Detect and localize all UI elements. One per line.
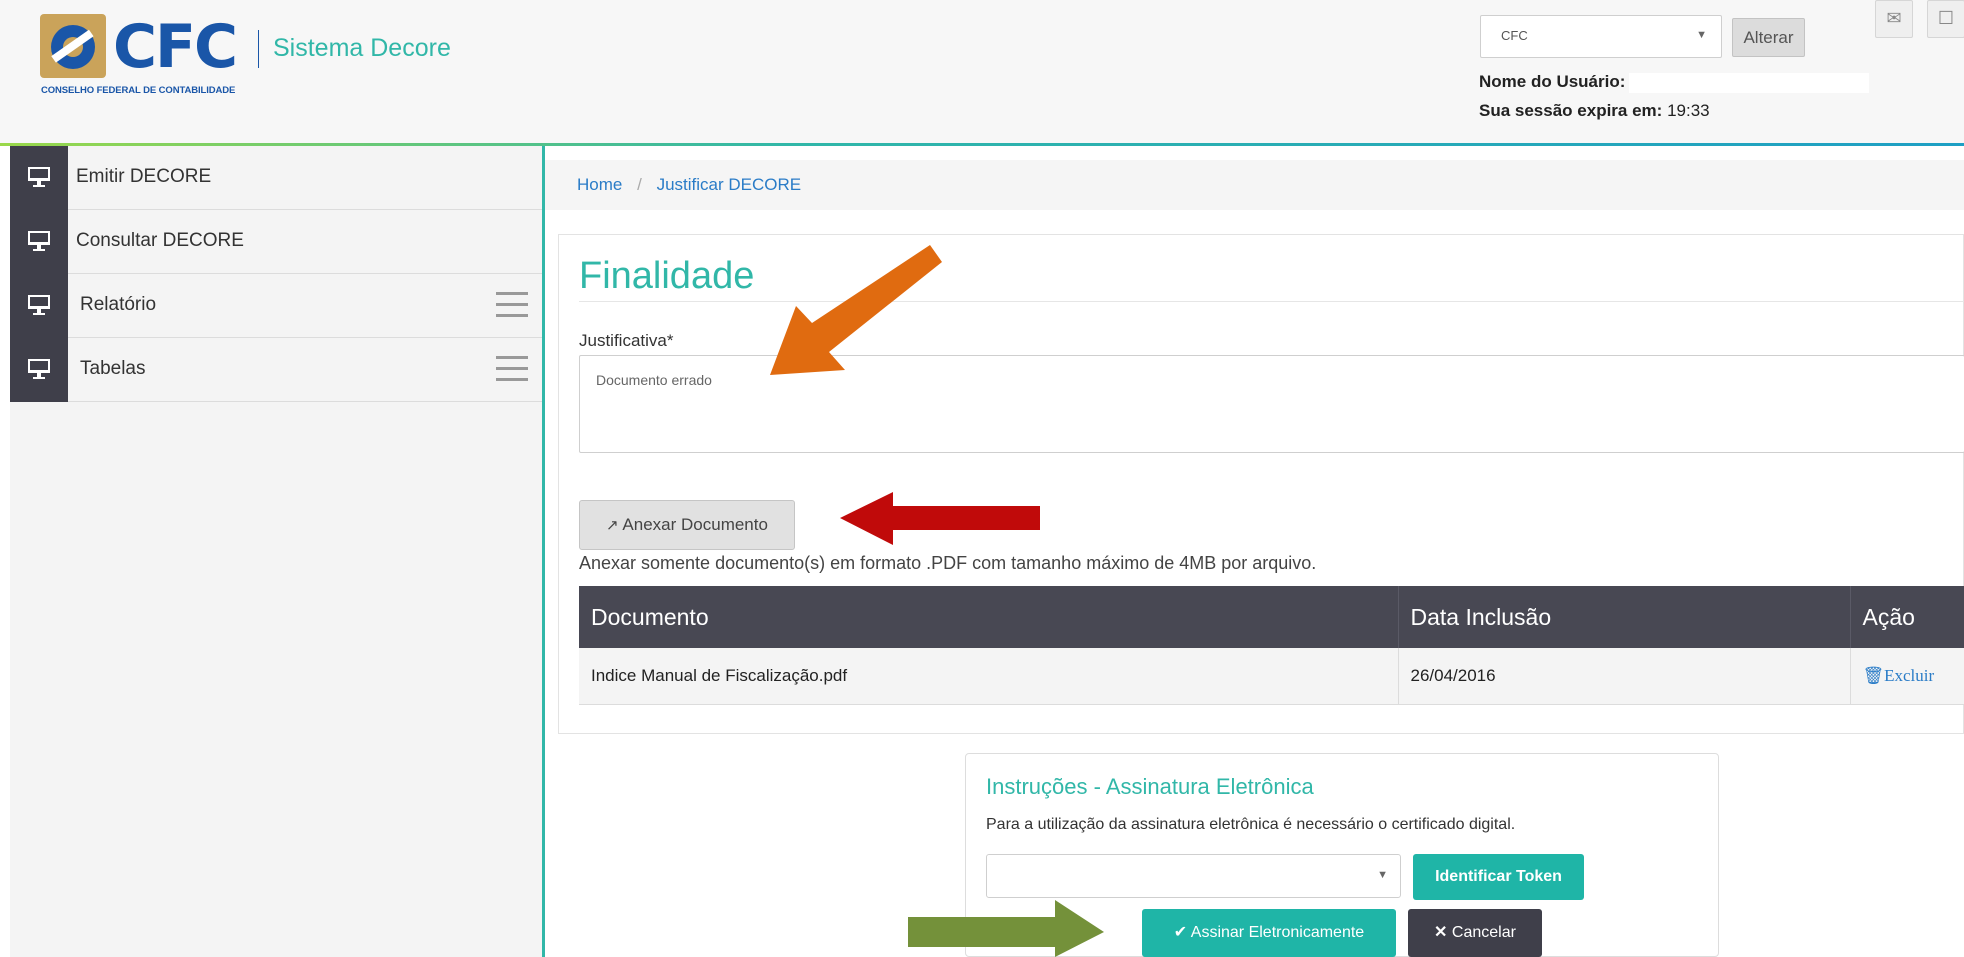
trash-icon: 🗑 xyxy=(1862,665,1885,685)
user-name-line: Nome do Usuário: xyxy=(1479,72,1870,93)
sidebar-icon-box xyxy=(10,146,68,210)
logo-divider xyxy=(258,30,259,68)
sidebar-icon-box xyxy=(10,274,68,338)
column-header-documento: Documento xyxy=(579,586,1399,648)
document-date-cell: 26/04/2016 xyxy=(1398,648,1851,705)
dropdown-arrow-icon: ▼ xyxy=(1696,29,1707,41)
page-title: Finalidade xyxy=(579,255,755,297)
session-time: 19:33 xyxy=(1667,101,1710,120)
organization-select-value: CFC xyxy=(1501,28,1528,43)
document-name-cell: Indice Manual de Fiscalização.pdf xyxy=(579,648,1399,705)
justificativa-label: Justificativa* xyxy=(579,331,674,350)
dropdown-arrow-icon: ▼ xyxy=(1377,869,1388,881)
hamburger-menu-icon[interactable] xyxy=(496,292,528,318)
sidebar-divider xyxy=(542,146,545,957)
breadcrumb-separator: / xyxy=(637,175,642,194)
close-icon: ✕ xyxy=(1434,924,1448,941)
sidebar-item-tabelas[interactable]: Tabelas xyxy=(10,338,542,402)
signature-title: Instruções - Assinatura Eletrônica xyxy=(986,774,1314,799)
electronic-signature-box: Instruções - Assinatura Eletrônica Para … xyxy=(965,753,1719,957)
monitor-icon xyxy=(28,167,50,187)
justificativa-textarea[interactable]: Documento errado xyxy=(579,355,1964,453)
logo-text: CFC xyxy=(113,12,238,82)
attach-button-label: Anexar Documento xyxy=(622,515,768,534)
monitor-icon xyxy=(28,231,50,251)
sidebar-icon-box xyxy=(10,338,68,402)
delete-link-label: Excluir xyxy=(1884,665,1935,685)
document-action-cell: 🗑Excluir xyxy=(1850,648,1964,705)
logo-subtitle: CONSELHO FEDERAL DE CONTABILIDADE xyxy=(41,85,236,96)
app-header: CFC CONSELHO FEDERAL DE CONTABILIDADE Si… xyxy=(0,0,1964,143)
sidebar-item-emitir-decore[interactable]: Emitir DECORE xyxy=(10,146,542,210)
session-expiry: Sua sessão expira em: 19:33 xyxy=(1479,101,1710,121)
breadcrumb-home-link[interactable]: Home xyxy=(577,175,622,194)
signature-instructions: Para a utilização da assinatura eletrôni… xyxy=(986,816,1516,833)
column-header-acao: Ação xyxy=(1850,586,1964,648)
breadcrumb: Home / Justificar DECORE xyxy=(545,160,1964,210)
attach-icon: ↗ xyxy=(606,517,619,534)
session-label: Sua sessão expira em: xyxy=(1479,101,1663,120)
checkmark-icon: ✔ xyxy=(1173,924,1188,941)
system-name: Sistema Decore xyxy=(273,34,451,62)
sign-electronically-button[interactable]: ✔ Assinar Eletronicamente xyxy=(1142,909,1396,957)
sidebar-icon-box xyxy=(10,210,68,274)
cfc-gear-logo-icon xyxy=(40,14,106,78)
identify-token-button[interactable]: Identificar Token xyxy=(1413,854,1584,900)
cancel-button-label: Cancelar xyxy=(1451,924,1516,941)
user-name-label: Nome do Usuário: xyxy=(1479,72,1626,91)
monitor-icon xyxy=(28,359,50,379)
cancel-button[interactable]: ✕ Cancelar xyxy=(1408,909,1542,957)
monitor-icon xyxy=(28,295,50,315)
user-name-redacted xyxy=(1629,72,1870,93)
token-select[interactable]: ▼ xyxy=(986,854,1401,898)
column-header-data-inclusao: Data Inclusão xyxy=(1398,586,1851,648)
mail-icon[interactable]: ✉ xyxy=(1875,0,1913,38)
attach-note: Anexar somente documento(s) em formato .… xyxy=(579,553,1317,573)
attach-document-button[interactable]: ↗ Anexar Documento xyxy=(579,500,795,550)
sidebar-item-label: Tabelas xyxy=(80,358,146,379)
hamburger-menu-icon[interactable] xyxy=(496,356,528,382)
sidebar-item-consultar-decore[interactable]: Consultar DECORE xyxy=(10,210,542,274)
justify-form-panel: Finalidade Justificativa* Documento erra… xyxy=(558,234,1964,734)
sign-button-label: Assinar Eletronicamente xyxy=(1190,924,1365,941)
table-row: Indice Manual de Fiscalização.pdf 26/04/… xyxy=(579,648,1964,705)
alterar-button[interactable]: Alterar xyxy=(1732,18,1805,57)
documents-table: Documento Data Inclusão Ação Indice Manu… xyxy=(579,586,1964,705)
title-divider xyxy=(579,301,1964,302)
table-header-row: Documento Data Inclusão Ação xyxy=(579,586,1964,648)
sidebar-item-label: Consultar DECORE xyxy=(76,230,244,251)
breadcrumb-current: Justificar DECORE xyxy=(656,175,802,194)
delete-link[interactable]: 🗑Excluir xyxy=(1863,666,1935,685)
sidebar-item-label: Relatório xyxy=(80,294,157,315)
organization-select[interactable]: CFC ▼ xyxy=(1480,15,1722,58)
window-icon[interactable]: ☐ xyxy=(1927,0,1964,38)
sidebar-item-label: Emitir DECORE xyxy=(76,166,212,187)
sidebar: Emitir DECORE Consultar DECORE Relatório… xyxy=(10,146,542,957)
sidebar-item-relatorio[interactable]: Relatório xyxy=(10,274,542,338)
